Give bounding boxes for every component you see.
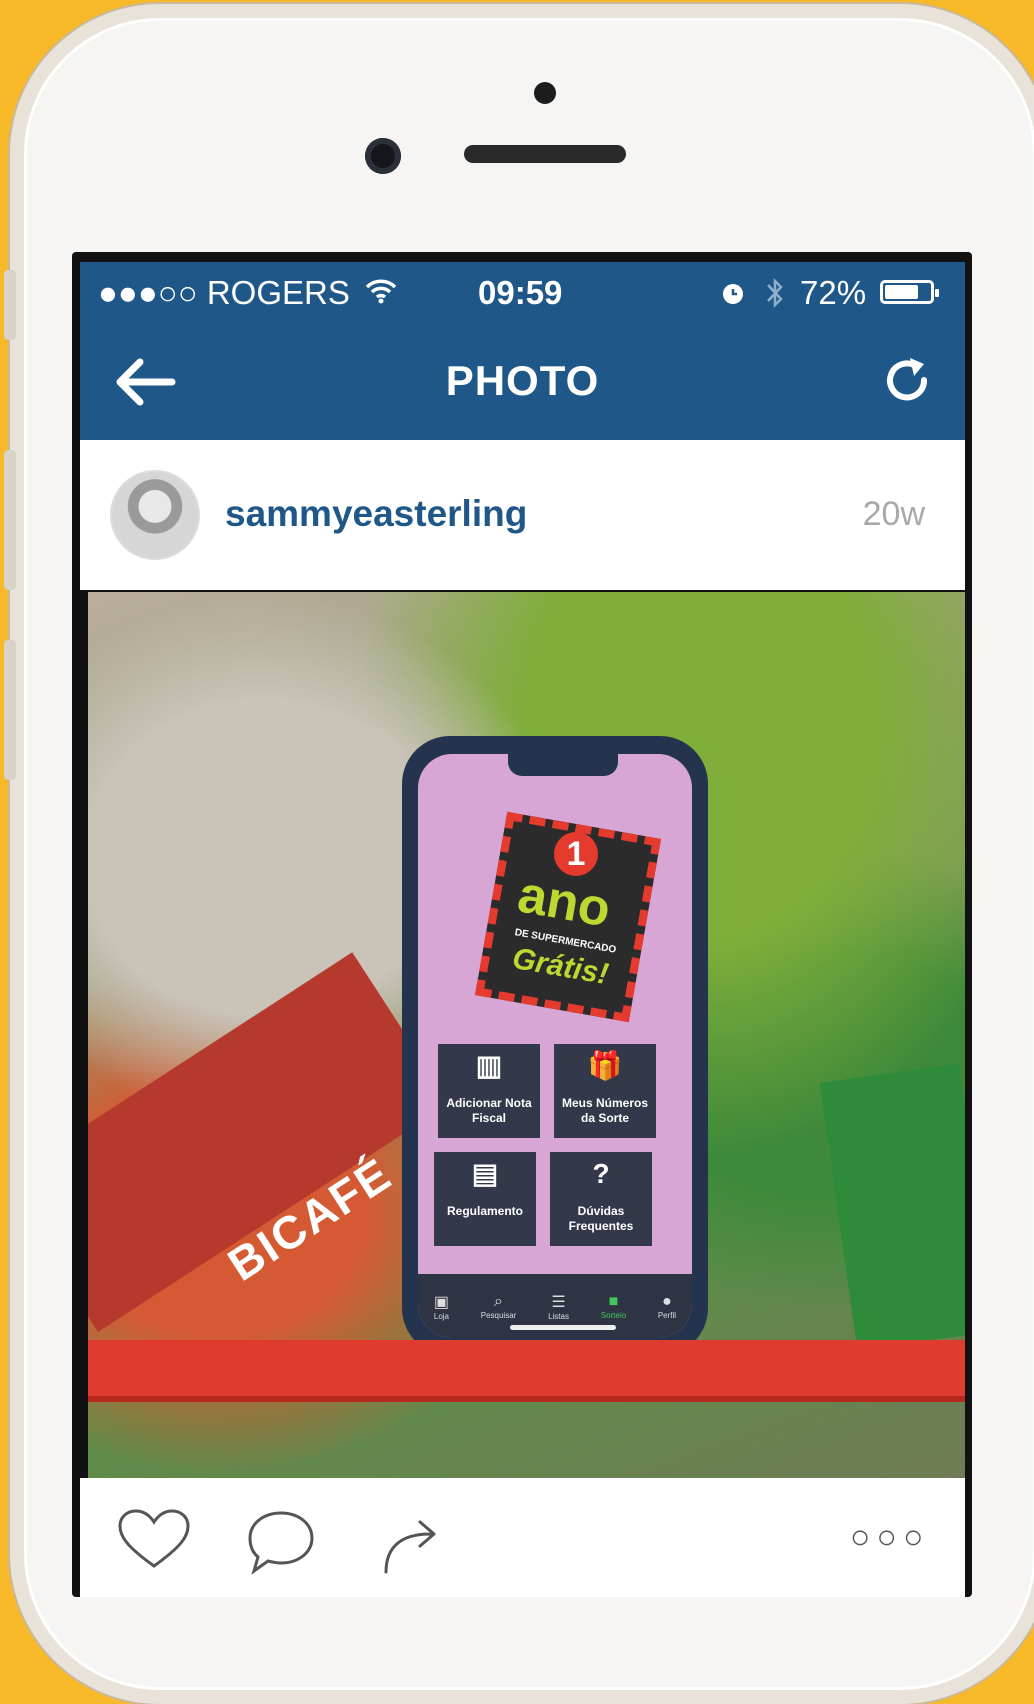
post-header: sammyeasterling 20w — [80, 440, 965, 590]
navigation-bar: PHOTO — [80, 324, 965, 440]
sensor-dot — [534, 82, 556, 104]
battery-fill — [885, 285, 919, 299]
tile-lucky-numbers: 🎁 Meus Números da Sorte — [554, 1044, 656, 1138]
green-package — [819, 1063, 965, 1351]
post-action-bar: ○○○ — [80, 1478, 965, 1597]
post-photo[interactable]: BICAFÉ 1 ano DE SUPERMERCADO Grátis! ▥ A… — [88, 592, 965, 1478]
tile-rules: ▤ Regulamento — [434, 1152, 536, 1246]
page-title: PHOTO — [445, 357, 600, 404]
comment-icon[interactable] — [246, 1508, 316, 1578]
heart-icon[interactable] — [116, 1508, 192, 1572]
photo-phone-notch — [508, 754, 618, 776]
tab-label: Sorteio — [600, 1310, 627, 1320]
tab-listas: ☰ Listas — [548, 1292, 569, 1321]
battery-nub — [935, 289, 939, 297]
username-link[interactable]: sammyeasterling — [225, 493, 527, 535]
tile-label: Regulamento — [446, 1204, 523, 1218]
tab-loja: ▣ Loja — [434, 1292, 449, 1321]
tile-label: Meus Números da Sorte — [561, 1096, 649, 1125]
list-icon: ☰ — [551, 1293, 566, 1311]
refresh-icon[interactable] — [880, 354, 936, 410]
tab-label: Loja — [433, 1311, 449, 1321]
gift-icon: 🎁 — [587, 1050, 623, 1081]
mute-switch — [4, 270, 16, 340]
earpiece-speaker — [464, 145, 626, 163]
profile-icon: ● — [662, 1292, 672, 1310]
alarm-icon — [723, 284, 743, 304]
post-age: 20w — [862, 495, 925, 533]
photo-smartphone-screen: 1 ano DE SUPERMERCADO Grátis! ▥ Adiciona… — [418, 754, 692, 1338]
tab-sorteio: ■ Sorteio — [601, 1293, 626, 1320]
battery-percent: 72% — [800, 274, 867, 311]
barcode-icon: ▥ — [475, 1050, 503, 1081]
tab-label: Perfil — [657, 1310, 677, 1320]
tab-label: Listas — [548, 1311, 569, 1321]
tile-label: Adicionar Nota Fiscal — [446, 1096, 532, 1125]
volume-down-button — [4, 640, 16, 780]
battery-icon — [880, 280, 939, 304]
bluetooth-icon — [767, 277, 783, 309]
photo-smartphone: 1 ano DE SUPERMERCADO Grátis! ▥ Adiciona… — [402, 736, 708, 1356]
avatar[interactable] — [110, 470, 200, 560]
tab-label: Pesquisar — [480, 1310, 517, 1320]
tile-add-receipt: ▥ Adicionar Nota Fiscal — [438, 1044, 540, 1138]
home-indicator — [510, 1325, 616, 1330]
front-camera — [365, 138, 401, 174]
ticket-icon: ■ — [608, 1292, 619, 1310]
more-options-button[interactable]: ○○○ — [850, 1518, 930, 1557]
tile-label: Dúvidas Frequentes — [568, 1204, 634, 1233]
document-icon: ▤ — [471, 1158, 499, 1189]
wifi-icon — [365, 279, 397, 304]
promo-number: 1 — [554, 832, 598, 876]
volume-up-button — [4, 450, 16, 590]
tile-faq: ? Dúvidas Frequentes — [550, 1152, 652, 1246]
carrier-label: ●●●○○ ROGERS — [98, 274, 350, 311]
tab-perfil: ● Perfil — [658, 1293, 676, 1320]
tab-pesquisar: ⌕ Pesquisar — [481, 1293, 517, 1320]
store-icon: ▣ — [433, 1293, 449, 1311]
share-icon[interactable] — [380, 1508, 446, 1574]
question-icon: ? — [592, 1158, 610, 1189]
cart-rail — [88, 1340, 965, 1396]
status-bar: ●●●○○ ROGERS 09:59 72% — [80, 262, 965, 324]
clock: 09:59 — [478, 274, 563, 311]
search-icon: ⌕ — [494, 1292, 504, 1310]
